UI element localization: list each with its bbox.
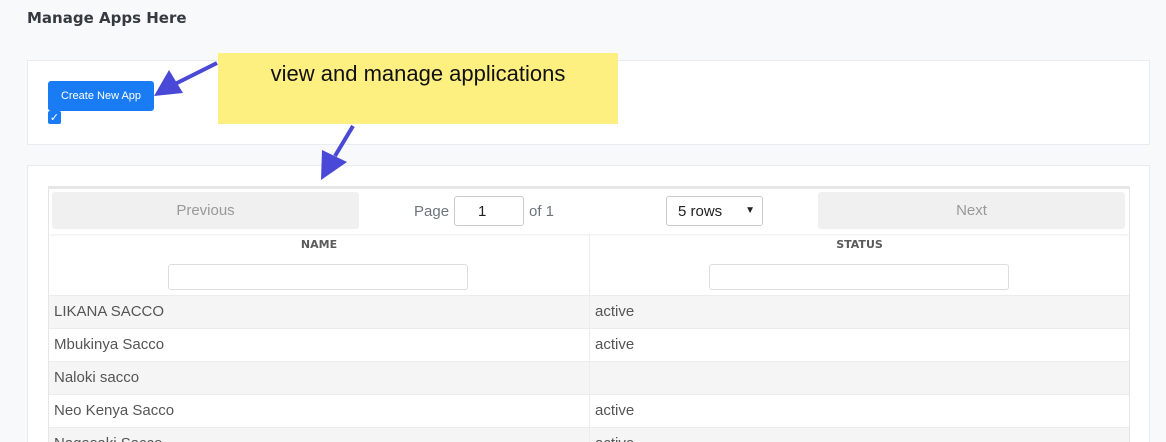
page-title: Manage Apps Here <box>27 9 187 27</box>
next-button[interactable]: Next <box>818 192 1125 229</box>
page-number-input[interactable]: 1 <box>454 196 524 226</box>
column-header-status[interactable]: STATUS <box>589 234 1129 256</box>
name-cell: Mbukinya Sacco <box>54 336 165 353</box>
table-row[interactable]: Nagasaki Sacco active <box>49 427 1129 442</box>
filter-cell-status <box>589 256 1129 295</box>
status-cell: active <box>589 395 1129 428</box>
name-cell: Naloki sacco <box>54 369 140 386</box>
status-cell: active <box>589 428 1129 442</box>
table-row[interactable]: Neo Kenya Sacco active <box>49 394 1129 428</box>
page-count-label: of 1 <box>529 203 555 220</box>
create-new-app-button[interactable]: Create New App <box>48 81 154 111</box>
status-cell: active <box>589 296 1129 329</box>
table-row[interactable]: Naloki sacco <box>49 361 1129 395</box>
status-cell <box>589 362 1129 395</box>
annotation-callout: view and manage applications <box>218 53 618 124</box>
table-header: NAME STATUS <box>49 234 1129 256</box>
chevron-down-icon: ▼ <box>745 205 755 216</box>
table-row[interactable]: Mbukinya Sacco active <box>49 328 1129 362</box>
previous-button[interactable]: Previous <box>52 192 359 229</box>
name-cell: Neo Kenya Sacco <box>54 402 175 419</box>
rows-per-page-value: 5 rows <box>678 202 723 220</box>
column-header-name[interactable]: NAME <box>49 234 589 256</box>
checkmark-icon: ✓ <box>49 111 60 124</box>
name-cell: Nagasaki Sacco <box>49 428 589 442</box>
filter-row <box>49 256 1129 295</box>
apps-table: Previous Page 1 of 1 5 rows ▼ Next NAME … <box>48 186 1130 442</box>
pagination-bar: Previous Page 1 of 1 5 rows ▼ Next <box>49 189 1129 234</box>
page-label: Page <box>414 203 450 220</box>
status-cell: active <box>589 329 1129 362</box>
rows-per-page-select[interactable]: 5 rows ▼ <box>666 196 763 226</box>
name-cell: LIKANA SACCO <box>54 303 165 320</box>
name-filter-input[interactable] <box>168 264 468 290</box>
table-row[interactable]: LIKANA SACCO active <box>49 295 1129 329</box>
status-filter-input[interactable] <box>709 264 1009 290</box>
filter-cell-name <box>49 256 589 295</box>
select-checkbox[interactable]: ✓ <box>48 111 61 124</box>
